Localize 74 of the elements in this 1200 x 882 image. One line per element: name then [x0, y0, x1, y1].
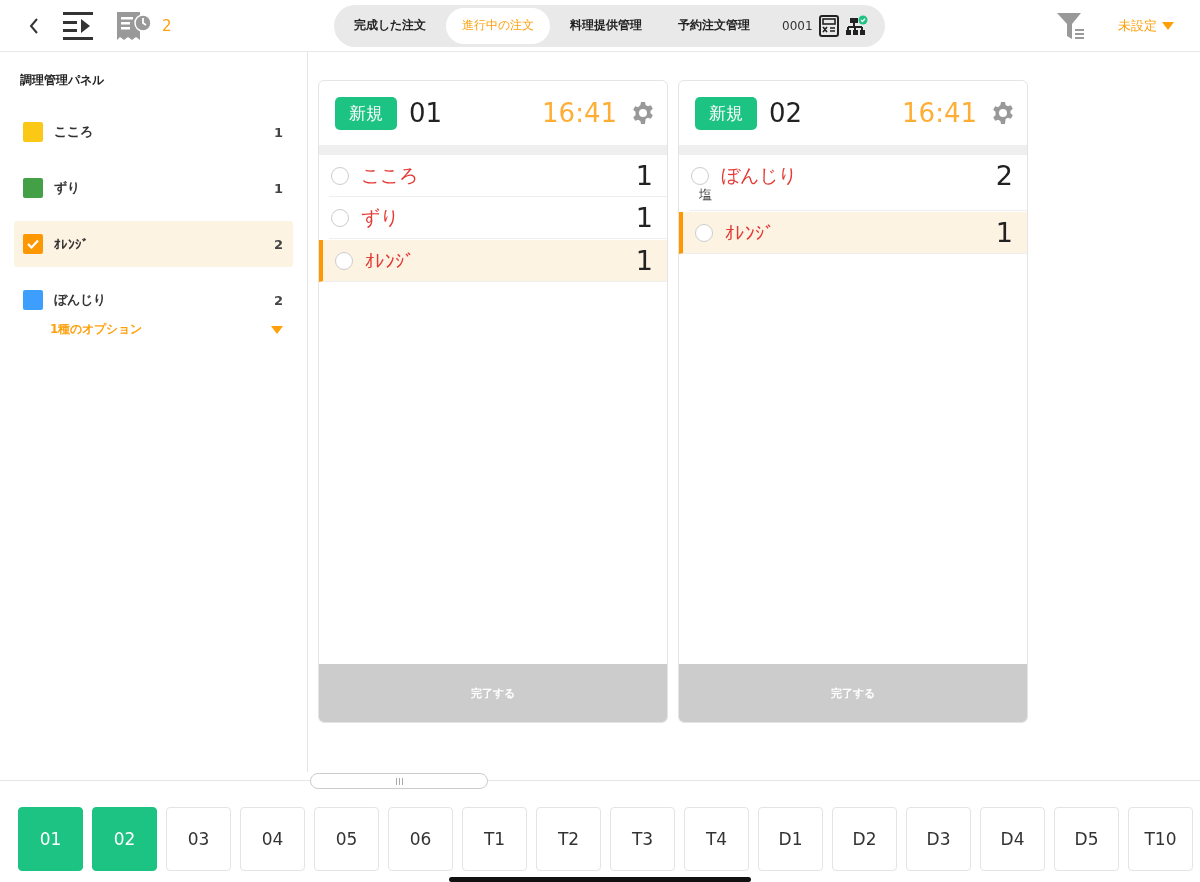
radio-button[interactable] [331, 166, 349, 185]
table-button[interactable]: 04 [240, 807, 305, 871]
color-square[interactable] [23, 122, 43, 142]
item-name: ｵﾚﾝｼﾞ [365, 249, 415, 272]
item-quantity: 1 [995, 217, 1013, 248]
item-quantity: 1 [635, 245, 653, 276]
settings-icon[interactable] [631, 101, 655, 125]
checked-checkbox[interactable] [23, 234, 43, 254]
item-note: 塩 [699, 186, 713, 204]
color-square[interactable] [23, 178, 43, 198]
order-item[interactable]: ずり 1 [329, 197, 667, 239]
caret-icon[interactable] [271, 325, 283, 334]
item-name: ずり [54, 179, 80, 197]
radio-button[interactable] [331, 208, 349, 227]
order-tab[interactable]: 予約注文管理 [662, 7, 766, 44]
panel-title: 調理管理パネル [19, 72, 105, 89]
item-quantity: 2 [995, 160, 1013, 191]
pending-count: 2 [162, 16, 172, 35]
scroll-handle[interactable] [310, 773, 488, 789]
network-check-icon[interactable] [844, 14, 869, 37]
check-icon [27, 239, 39, 249]
radio-button[interactable] [335, 251, 353, 270]
order-time: 16:41 [902, 98, 977, 128]
item-name: ぼんじり [721, 162, 797, 188]
table-button[interactable]: D5 [1054, 807, 1119, 871]
item-count: 2 [273, 292, 283, 308]
table-button[interactable]: D2 [832, 807, 897, 871]
table-button[interactable]: T4 [684, 807, 749, 871]
order-item[interactable]: ぼんじり 2 塩 [689, 155, 1027, 211]
order-item[interactable]: ｵﾚﾝｼﾞ 1 [319, 240, 667, 282]
settings-icon[interactable] [991, 101, 1015, 125]
back-icon[interactable] [28, 16, 40, 35]
order-tab[interactable]: 料理提供管理 [554, 7, 658, 44]
menu-icon[interactable] [62, 10, 94, 41]
order-item[interactable]: こころ 1 [329, 155, 667, 197]
item-count: 1 [273, 124, 283, 140]
calculator-icon[interactable] [818, 14, 839, 37]
item-name: ｵﾚﾝｼﾞ [54, 236, 89, 252]
item-count: 2 [273, 236, 283, 252]
table-button[interactable]: 06 [388, 807, 453, 871]
table-button[interactable]: D4 [980, 807, 1045, 871]
item-count: 1 [273, 180, 283, 196]
table-button[interactable]: D1 [758, 807, 823, 871]
order-time: 16:41 [542, 98, 617, 128]
item-quantity: 1 [635, 160, 653, 191]
item-name: こころ [54, 123, 93, 141]
item-name: ずり [361, 204, 399, 230]
receipt-clock-icon[interactable] [116, 10, 152, 41]
color-square[interactable] [23, 290, 43, 310]
order-number: 01 [409, 98, 443, 128]
item-name: ぼんじり [54, 291, 106, 309]
radio-button[interactable] [695, 223, 713, 242]
item-quantity: 1 [635, 202, 653, 233]
table-button[interactable]: 03 [166, 807, 231, 871]
panel-item[interactable]: ずり 1 [14, 165, 293, 211]
panel-item[interactable]: こころ 1 [14, 109, 293, 155]
status-badge: 新規 [335, 96, 397, 130]
table-button[interactable]: T3 [610, 807, 675, 871]
table-button[interactable]: T1 [462, 807, 527, 871]
table-button[interactable]: T2 [536, 807, 601, 871]
table-button[interactable]: 05 [314, 807, 379, 871]
panel-item[interactable]: ｵﾚﾝｼﾞ 2 [14, 221, 293, 267]
status-badge: 新規 [695, 96, 757, 130]
radio-button[interactable] [691, 166, 709, 185]
store-code: 0001 [782, 18, 813, 33]
table-button[interactable]: T10 [1128, 807, 1193, 871]
order-item[interactable]: ｵﾚﾝｼﾞ 1 [679, 212, 1027, 254]
panel-item[interactable]: ぼんじり 2 [14, 277, 293, 323]
table-button[interactable]: D3 [906, 807, 971, 871]
item-name: ｵﾚﾝｼﾞ [725, 221, 775, 244]
caret-icon [1162, 21, 1174, 30]
item-name: こころ [361, 162, 418, 188]
order-number: 02 [769, 98, 803, 128]
order-tab[interactable]: 完成した注文 [338, 7, 442, 44]
